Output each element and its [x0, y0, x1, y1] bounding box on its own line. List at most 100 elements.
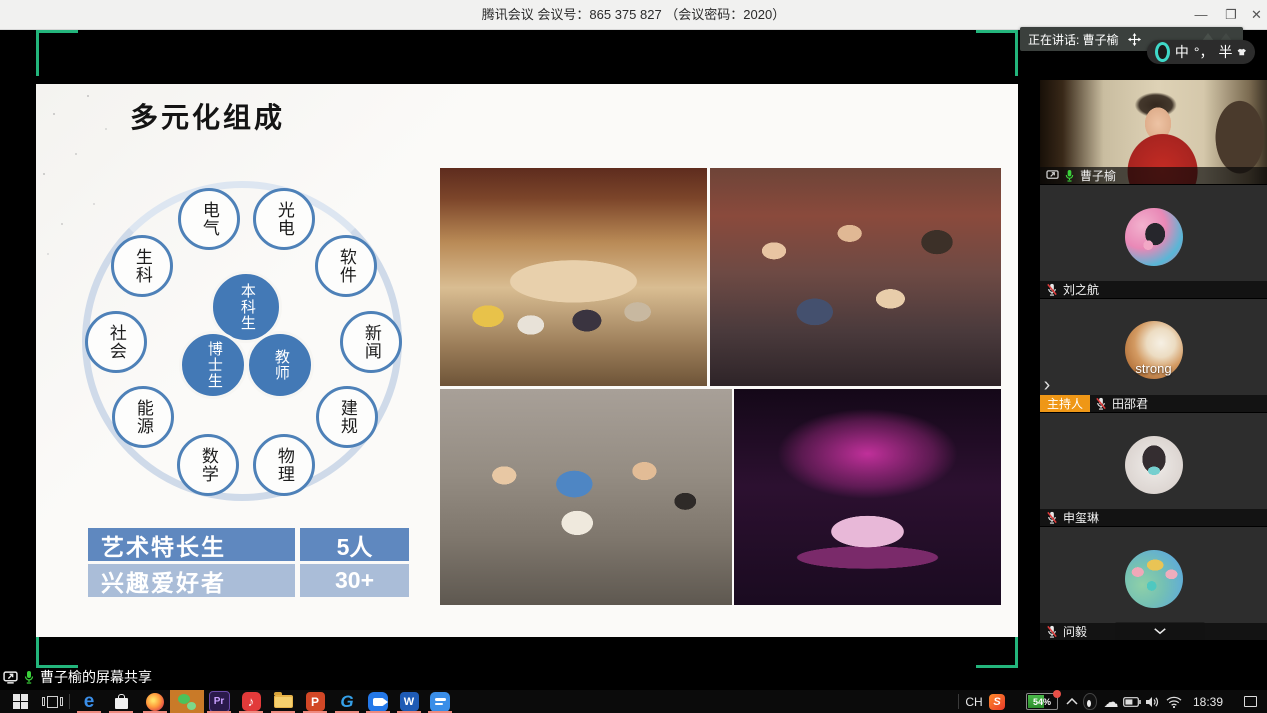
- meeting-camera-icon: [368, 692, 388, 712]
- table-cell-value: 30+: [300, 564, 409, 597]
- battery-icon: [1123, 697, 1141, 707]
- mic-muted-icon: [1046, 283, 1058, 296]
- diagram-node-physics: 物理: [253, 434, 315, 496]
- powerpoint-icon: P: [306, 692, 325, 711]
- wifi-icon: [1166, 696, 1182, 708]
- taskbar-word[interactable]: W: [396, 690, 422, 713]
- g-app-icon: G: [340, 692, 353, 712]
- task-view-button[interactable]: [38, 690, 66, 713]
- table-cell-label: 艺术特长生: [88, 528, 295, 561]
- taskbar-wechat-active[interactable]: [170, 690, 204, 713]
- participant-tile-wenyi[interactable]: 问毅: [1040, 527, 1267, 640]
- participant-tile-caozy[interactable]: 曹子榆: [1040, 80, 1267, 184]
- taskbar-meeting-app[interactable]: [364, 690, 392, 713]
- mic-on-icon: [23, 670, 35, 684]
- action-center-icon: [1244, 696, 1257, 707]
- diagram-node-phd: 博士生: [179, 331, 247, 399]
- restore-button[interactable]: ❐: [1216, 0, 1246, 29]
- taskbar-edge[interactable]: e: [76, 690, 102, 713]
- taskbar-firefox[interactable]: [142, 690, 168, 713]
- taskbar-music-app[interactable]: ♪: [238, 690, 264, 713]
- table-row: 艺术特长生 5人: [88, 528, 409, 561]
- diagram-node-software: 软件: [315, 235, 377, 297]
- folder-icon: [274, 695, 293, 708]
- diagram-node-architecture: 建规: [316, 386, 378, 448]
- mic-on-icon: [1064, 169, 1075, 182]
- ime-punctuation: °，: [1194, 42, 1214, 62]
- battery-widget-icon: 54%: [1026, 693, 1058, 710]
- shared-screen-area: 多元化组成 电气 光电 软件 新闻 建规 物理 数学 能源 社会 生科 本科生 …: [0, 30, 1267, 690]
- taskbar: e Pr ♪ P G W CH S 54% ☁ 18:39: [0, 690, 1267, 713]
- participant-name: 田邵君: [1112, 395, 1148, 412]
- diagram-node-social: 社会: [85, 311, 147, 373]
- taskbar-g-app[interactable]: G: [334, 690, 360, 713]
- store-icon: [115, 698, 128, 709]
- tray-battery-widget[interactable]: 54%: [1022, 690, 1062, 713]
- photo-group-meeting-room: [440, 168, 707, 386]
- wechat-icon: [178, 694, 196, 710]
- tray-wifi[interactable]: [1162, 690, 1186, 713]
- music-app-icon: ♪: [242, 692, 261, 711]
- photo-group-selfie-outdoor: [440, 389, 732, 605]
- participant-name: 刘之航: [1063, 281, 1099, 298]
- avatar-caption: strong: [1040, 361, 1267, 376]
- taskbar-netdisk-app[interactable]: [426, 690, 454, 713]
- participant-tile-shenxl[interactable]: 申玺琳: [1040, 413, 1267, 526]
- speaking-text: 正在讲话: 曹子榆: [1028, 31, 1119, 48]
- netdisk-waves-icon: [430, 692, 450, 712]
- tray-hidden-icons[interactable]: [1062, 690, 1082, 713]
- diagram-node-journalism: 新闻: [340, 311, 402, 373]
- start-button[interactable]: [4, 690, 36, 713]
- participants-sidebar: 曹子榆 刘之航 strong 主持人 田邵君: [1040, 30, 1267, 690]
- ime-mode: 中: [1175, 42, 1189, 62]
- table-row: 兴趣爱好者 30+: [88, 564, 409, 597]
- mic-muted-icon: [1046, 511, 1058, 524]
- word-icon: W: [400, 692, 419, 711]
- presentation-slide: 多元化组成 电气 光电 软件 新闻 建规 物理 数学 能源 社会 生科 本科生 …: [36, 84, 1018, 637]
- participant-label: 曹子榆: [1040, 167, 1267, 184]
- sogou-icon: S: [989, 694, 1005, 710]
- taskbar-powerpoint[interactable]: P: [302, 690, 328, 713]
- photo-group-selfie-auditorium: [710, 168, 1001, 386]
- screen-share-icon: [1046, 170, 1059, 181]
- diagram-node-bioscience: 生科: [111, 235, 173, 297]
- tray-volume[interactable]: [1141, 690, 1163, 713]
- collapse-list-button[interactable]: [1115, 622, 1205, 640]
- participant-tile-liuzh[interactable]: 刘之航: [1040, 185, 1267, 298]
- cloud-icon: ☁: [1104, 693, 1119, 711]
- move-icon[interactable]: [1127, 32, 1142, 47]
- penguin-icon: [1083, 693, 1097, 710]
- sidebar-collapse-arrow[interactable]: ›: [1038, 368, 1056, 402]
- table-cell-label: 兴趣爱好者: [88, 564, 295, 597]
- clock-text: 18:39: [1193, 695, 1223, 709]
- meeting-title: 腾讯会议 会议号：865 375 827 （会议密码：2020）: [0, 0, 1267, 30]
- ime-skin-shirt-icon: [1237, 46, 1247, 58]
- language-indicator: CH: [965, 695, 982, 709]
- tray-sogou[interactable]: S: [986, 690, 1008, 713]
- taskbar-store[interactable]: [108, 690, 134, 713]
- avatar: [1125, 550, 1183, 608]
- taskbar-file-explorer[interactable]: [270, 690, 296, 713]
- minimize-button[interactable]: —: [1186, 0, 1216, 29]
- mic-muted-icon: [1046, 625, 1058, 638]
- tray-cloud-app[interactable]: ☁: [1100, 690, 1122, 713]
- avatar: [1125, 436, 1183, 494]
- share-frame-corner-top-right: [976, 30, 1018, 76]
- tray-qq[interactable]: [1080, 690, 1100, 713]
- windows-logo-icon: [13, 694, 28, 709]
- share-banner-text: 曹子榆的屏幕共享: [40, 667, 152, 687]
- ime-status-bar[interactable]: 中 °， 半: [1147, 40, 1255, 64]
- diagram-node-teacher: 教师: [246, 331, 314, 399]
- photo-stage-group: [734, 389, 1001, 605]
- participant-tile-tiansj[interactable]: strong 主持人 田邵君: [1040, 299, 1267, 412]
- mic-muted-icon: [1095, 397, 1107, 410]
- chevron-down-icon: [1153, 627, 1167, 635]
- ime-width-mode: 半: [1218, 42, 1232, 62]
- tray-clock[interactable]: 18:39: [1188, 690, 1228, 713]
- action-center-button[interactable]: [1238, 690, 1262, 713]
- speaker-icon: [1145, 696, 1159, 708]
- taskbar-premiere[interactable]: Pr: [206, 690, 232, 713]
- close-button[interactable]: ✕: [1246, 0, 1267, 29]
- tray-language[interactable]: CH: [962, 690, 986, 713]
- participant-name: 问毅: [1063, 623, 1087, 640]
